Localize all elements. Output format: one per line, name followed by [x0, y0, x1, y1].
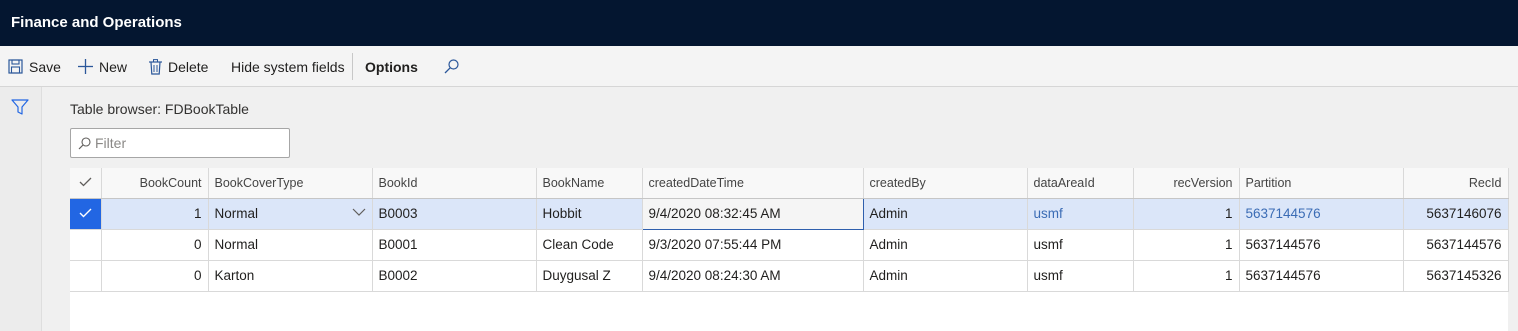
toolbar-separator [352, 53, 353, 80]
column-header[interactable]: recVersion [1133, 168, 1240, 199]
cell-recversion[interactable]: 1 [1133, 229, 1240, 261]
cell-bookcount[interactable]: 0 [101, 260, 209, 292]
grid-header-row: BookCount BookCoverType BookId BookName … [70, 168, 1509, 199]
trash-icon [149, 58, 162, 75]
cell-partition[interactable]: 5637144576 [1239, 229, 1404, 261]
select-all-checkbox[interactable] [70, 168, 102, 199]
cell-createddatetime[interactable]: 9/3/2020 07:55:44 PM [642, 229, 864, 261]
action-pane: Save New Delete Hide system fields Optio… [0, 46, 1518, 87]
cell-bookcovertype[interactable]: Normal [208, 229, 373, 261]
search-icon [78, 137, 91, 150]
hide-system-fields-button[interactable]: Hide system fields [231, 46, 345, 87]
save-icon [8, 59, 23, 74]
search-button[interactable] [444, 46, 465, 87]
new-button[interactable]: New [78, 46, 127, 87]
delete-button[interactable]: Delete [149, 46, 208, 87]
cell-createddatetime[interactable]: 9/4/2020 08:32:45 AM [641, 197, 864, 230]
table-row[interactable]: 0 Karton B0002 Duygusal Z 9/4/2020 08:24… [70, 260, 1509, 292]
delete-label: Delete [168, 58, 209, 75]
column-header[interactable]: dataAreaId [1027, 168, 1134, 199]
cell-bookcount[interactable]: 1 [101, 198, 209, 230]
column-header[interactable]: BookCount [101, 168, 209, 199]
save-label: Save [29, 58, 61, 75]
data-grid: BookCount BookCoverType BookId BookName … [70, 168, 1509, 331]
column-header[interactable]: BookName [536, 168, 643, 199]
row-select-checkbox[interactable] [70, 260, 102, 292]
hide-system-fields-label: Hide system fields [231, 58, 345, 75]
search-icon [444, 59, 459, 74]
cell-dataareaid-link[interactable]: usmf [1027, 198, 1134, 230]
page-caption: Table browser: FDBookTable [70, 101, 249, 117]
chevron-down-icon[interactable] [352, 208, 366, 217]
table-row[interactable]: 0 Normal B0001 Clean Code 9/3/2020 07:55… [70, 229, 1509, 261]
cell-value: Normal [214, 206, 259, 221]
main-content: Table browser: FDBookTable BookCount Boo… [42, 87, 1518, 331]
cell-bookid[interactable]: B0002 [372, 260, 537, 292]
checkmark-icon [79, 208, 92, 218]
cell-bookid[interactable]: B0001 [372, 229, 537, 261]
cell-bookcovertype-dropdown[interactable]: Normal [208, 198, 373, 230]
column-header[interactable]: BookId [372, 168, 537, 199]
cell-createdby[interactable]: Admin [863, 229, 1028, 261]
plus-icon [78, 59, 93, 74]
cell-bookname[interactable]: Duygusal Z [536, 260, 643, 292]
funnel-icon[interactable] [11, 99, 29, 116]
app-header: Finance and Operations [0, 0, 1518, 46]
column-header[interactable]: BookCoverType [208, 168, 373, 199]
cell-createdby[interactable]: Admin [863, 198, 1028, 230]
cell-bookid[interactable]: B0003 [372, 198, 537, 230]
column-header[interactable]: RecId [1403, 168, 1509, 199]
cell-dataareaid[interactable]: usmf [1027, 260, 1134, 292]
cell-recid[interactable]: 5637146076 [1403, 198, 1509, 230]
table-row[interactable]: 1 Normal B0003 Hobbit 9/4/2020 08:32:45 … [70, 197, 1509, 230]
app-title: Finance and Operations [11, 14, 182, 31]
cell-createddatetime[interactable]: 9/4/2020 08:24:30 AM [642, 260, 864, 292]
checkmark-icon [79, 177, 92, 187]
column-header[interactable]: Partition [1239, 168, 1404, 199]
cell-bookname[interactable]: Hobbit [536, 198, 643, 230]
quick-filter[interactable] [70, 128, 290, 158]
cell-partition[interactable]: 5637144576 [1239, 260, 1404, 292]
save-button[interactable]: Save [8, 46, 61, 87]
cell-recid[interactable]: 5637144576 [1403, 229, 1509, 261]
cell-bookcovertype[interactable]: Karton [208, 260, 373, 292]
cell-partition-link[interactable]: 5637144576 [1239, 198, 1404, 230]
cell-dataareaid[interactable]: usmf [1027, 229, 1134, 261]
options-button[interactable]: Options [365, 46, 418, 87]
row-select-checkbox[interactable] [70, 198, 102, 230]
cell-recversion[interactable]: 1 [1133, 198, 1240, 230]
cell-bookname[interactable]: Clean Code [536, 229, 643, 261]
options-label: Options [365, 58, 418, 75]
column-header[interactable]: createdBy [863, 168, 1028, 199]
cell-recversion[interactable]: 1 [1133, 260, 1240, 292]
cell-recid[interactable]: 5637145326 [1403, 260, 1509, 292]
row-select-checkbox[interactable] [70, 229, 102, 261]
column-header[interactable]: createdDateTime [642, 168, 864, 199]
filter-pane-rail [0, 87, 42, 331]
new-label: New [99, 58, 128, 75]
filter-input[interactable] [95, 133, 285, 153]
cell-bookcount[interactable]: 0 [101, 229, 209, 261]
cell-createdby[interactable]: Admin [863, 260, 1028, 292]
